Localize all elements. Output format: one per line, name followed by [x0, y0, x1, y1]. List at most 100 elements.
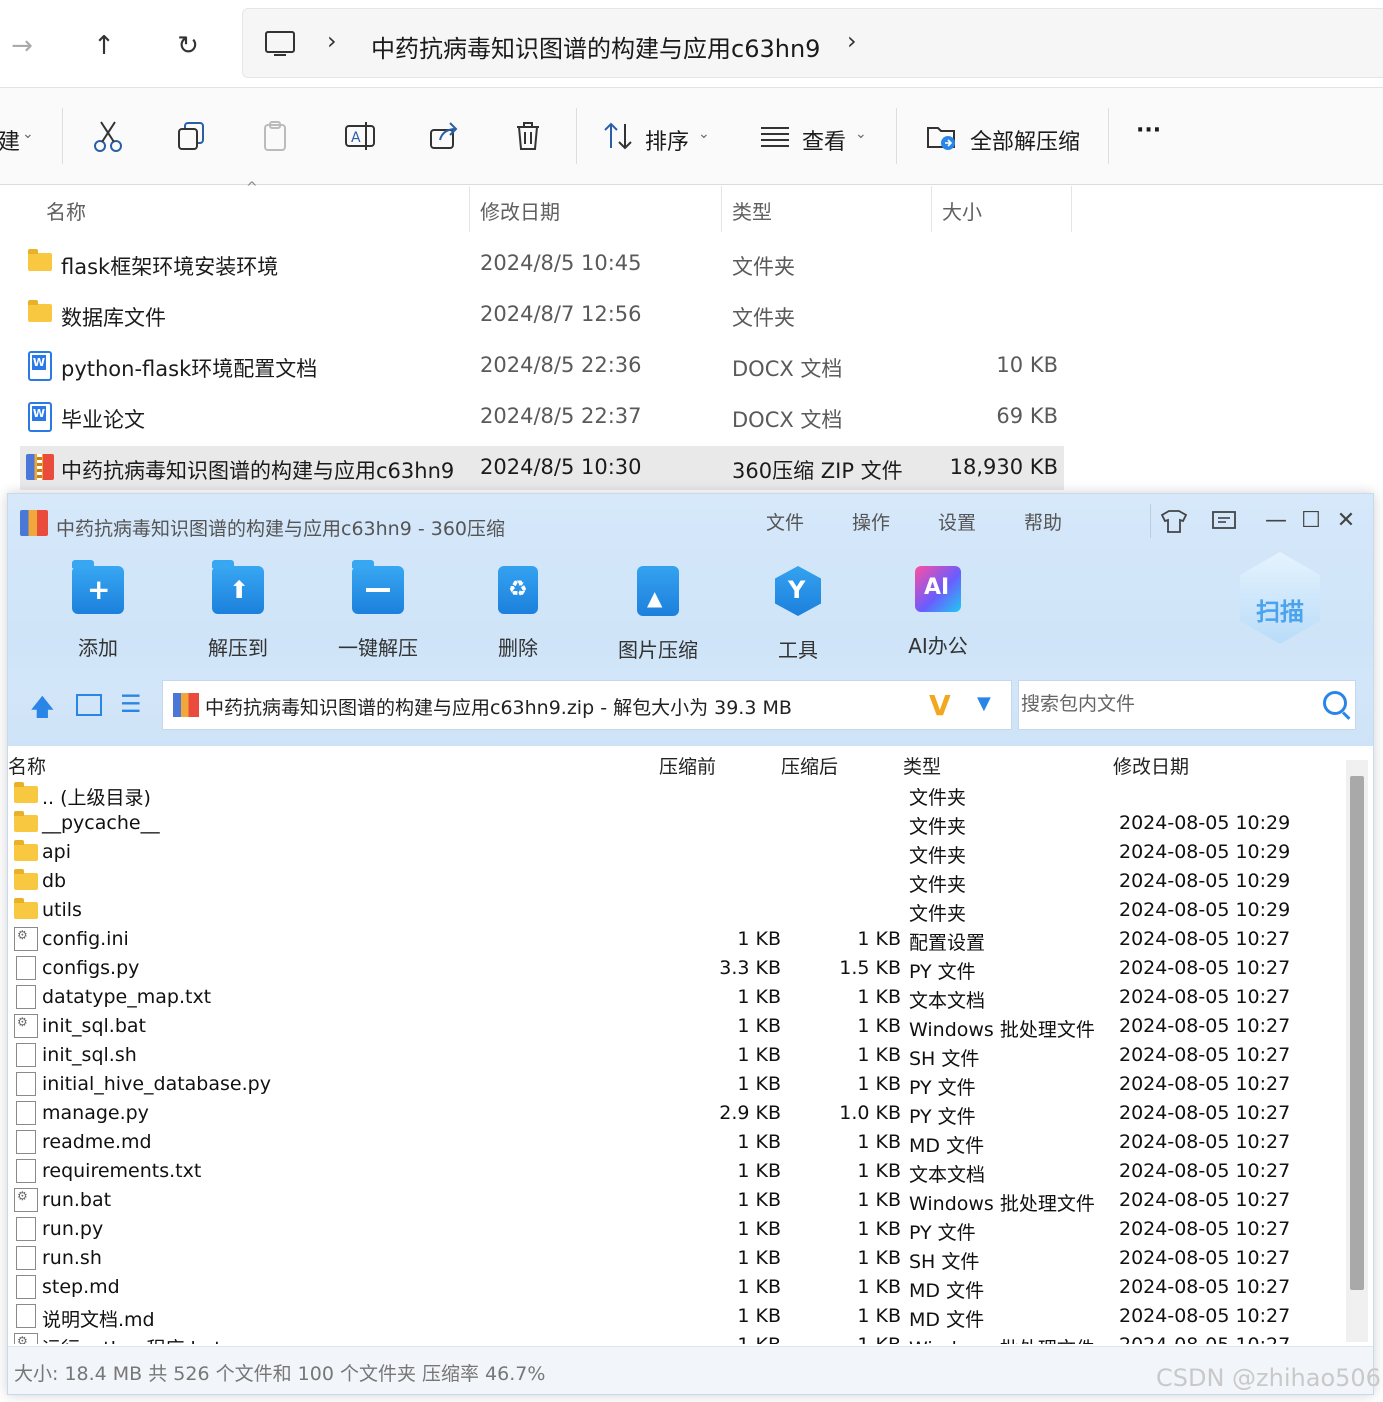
forward-button[interactable]: →	[2, 26, 42, 66]
scrollbar-thumb[interactable]	[1350, 776, 1364, 1290]
skin-icon[interactable]	[1156, 506, 1192, 536]
more-options-button[interactable]: ···	[1136, 118, 1161, 143]
entry-date: 2024-08-05 10:27	[1119, 1102, 1291, 1124]
file-row[interactable]: python-flask环境配置文档 2024/8/5 22:36 DOCX 文…	[20, 344, 1064, 388]
search-icon[interactable]	[1323, 691, 1347, 715]
column-header-date[interactable]: 修改日期	[480, 196, 560, 225]
view-icon[interactable]	[758, 118, 794, 154]
column-header-before[interactable]: 压缩前	[659, 752, 716, 779]
add-button[interactable]: + 添加	[43, 560, 153, 661]
tools-button[interactable]: Y 工具	[743, 566, 853, 663]
rename-icon[interactable]: A	[342, 118, 378, 154]
archive-row[interactable]: requirements.txt 1 KB 1 KB 文本文档 2024-08-05 1…	[8, 1157, 1343, 1186]
entry-type: 文件夹	[909, 845, 967, 867]
file-size: 10 KB	[996, 353, 1058, 377]
file-name: python-flask环境配置文档	[61, 357, 318, 381]
extract-all-button[interactable]: 全部解压缩	[970, 124, 1080, 156]
cut-icon[interactable]	[90, 118, 126, 154]
file-row[interactable]: flask框架环境安装环境 2024/8/5 10:45 文件夹	[20, 242, 1064, 286]
up-button[interactable]: ↑	[84, 26, 124, 66]
archive-row[interactable]: utils 文件夹 2024-08-05 10:29	[8, 896, 1343, 925]
delete-icon[interactable]	[510, 118, 546, 154]
sort-button[interactable]: 排序	[645, 124, 689, 156]
archive-row[interactable]: run.bat 1 KB 1 KB Windows 批处理文件 2024-08-05 1…	[8, 1186, 1343, 1215]
maximize-icon[interactable]: ☐	[1293, 506, 1329, 536]
archive-row[interactable]: run.py 1 KB 1 KB PY 文件 2024-08-05 10:27	[8, 1215, 1343, 1244]
file-row[interactable]: 数据库文件 2024/8/7 12:56 文件夹	[20, 293, 1064, 337]
column-header-after[interactable]: 压缩后	[781, 752, 838, 779]
extract-all-icon[interactable]	[924, 118, 960, 154]
search-input[interactable]	[1021, 683, 1311, 725]
copy-icon[interactable]	[174, 118, 210, 154]
menu-file[interactable]: 文件	[766, 508, 804, 535]
menu-operation[interactable]: 操作	[852, 508, 890, 535]
size-before: 1 KB	[737, 928, 781, 950]
search-field[interactable]	[1018, 680, 1356, 730]
file-row-selected[interactable]: 中药抗病毒知识图谱的构建与应用c63hn9 2024/8/5 10:30 360…	[20, 446, 1064, 490]
address-bar[interactable]: › 中药抗病毒知识图谱的构建与应用c63hn9 ›	[242, 8, 1383, 78]
archive-row[interactable]: 运行python程序.bat 1 KB 1 KB Windows 批处理文件 2024-…	[8, 1331, 1343, 1344]
view-button[interactable]: 查看	[802, 124, 846, 156]
minimize-icon[interactable]: —	[1258, 506, 1294, 536]
archive-row[interactable]: .. (上级目录) 文件夹	[8, 780, 1343, 809]
archive-row[interactable]: 说明文档.md 1 KB 1 KB MD 文件 2024-08-05 10:27	[8, 1302, 1343, 1331]
archive-path-field[interactable]: 中药抗病毒知识图谱的构建与应用c63hn9.zip - 解包大小为 39.3 M…	[162, 680, 1012, 730]
add-icon: +	[72, 560, 124, 614]
scan-label[interactable]: 扫描	[1256, 592, 1304, 627]
column-divider	[1071, 186, 1072, 232]
archive-row[interactable]: initial_hive_database.py 1 KB 1 KB PY 文件 202…	[8, 1070, 1343, 1099]
paste-icon[interactable]	[258, 118, 294, 154]
v-logo-icon[interactable]: V	[929, 689, 951, 722]
close-icon[interactable]: ✕	[1328, 506, 1364, 536]
extract-to-button[interactable]: ⬆ 解压到	[183, 560, 293, 661]
file-icon	[16, 956, 36, 980]
archive-row[interactable]: init_sql.bat 1 KB 1 KB Windows 批处理文件 2024-08…	[8, 1012, 1343, 1041]
archive-row[interactable]: api 文件夹 2024-08-05 10:29	[8, 838, 1343, 867]
archive-row[interactable]: db 文件夹 2024-08-05 10:29	[8, 867, 1343, 896]
column-header-date[interactable]: 修改日期	[1113, 752, 1189, 779]
entry-type: 配置设置	[909, 932, 986, 954]
archive-row[interactable]: run.sh 1 KB 1 KB SH 文件 2024-08-05 10:27	[8, 1244, 1343, 1273]
feedback-icon[interactable]	[1206, 506, 1242, 536]
column-header-name[interactable]: 名称	[46, 196, 86, 225]
thumbnail-view-icon[interactable]	[76, 694, 102, 716]
column-header-type[interactable]: 类型	[903, 752, 941, 779]
list-view-icon[interactable]: ☰	[120, 690, 142, 718]
one-click-extract-button[interactable]: 一键解压	[323, 560, 433, 661]
chevron-down-icon[interactable]: ▼	[977, 693, 991, 714]
column-header-name[interactable]: 名称	[8, 752, 46, 779]
archive-row[interactable]: __pycache__ 文件夹 2024-08-05 10:29	[8, 809, 1343, 838]
file-row[interactable]: 毕业论文 2024/8/5 22:37 DOCX 文档 69 KB	[20, 395, 1064, 439]
parent-folder-icon[interactable]: 🡅	[30, 690, 55, 731]
image-compress-button[interactable]: ▲ 图片压缩	[603, 566, 713, 663]
archive-row[interactable]: readme.md 1 KB 1 KB MD 文件 2024-08-05 10:27	[8, 1128, 1343, 1157]
archive-row[interactable]: datatype_map.txt 1 KB 1 KB 文本文档 2024-08-05 1…	[8, 983, 1343, 1012]
watermark: CSDN @zhihao506	[1156, 1364, 1381, 1392]
refresh-button[interactable]: ↻	[168, 26, 208, 66]
new-button[interactable]: 建	[0, 124, 20, 156]
delete-button[interactable]: ♻ 删除	[463, 566, 573, 661]
archive-row[interactable]: configs.py 3.3 KB 1.5 KB PY 文件 2024-08-05 10…	[8, 954, 1343, 983]
share-icon[interactable]	[426, 118, 462, 154]
entry-type: 文本文档	[909, 990, 986, 1012]
column-header-type[interactable]: 类型	[732, 196, 772, 225]
file-name: 数据库文件	[61, 306, 166, 330]
ai-office-button[interactable]: AI AI办公	[883, 566, 993, 659]
archive-row[interactable]: config.ini 1 KB 1 KB 配置设置 2024-08-05 10:27	[8, 925, 1343, 954]
menu-help[interactable]: 帮助	[1024, 508, 1062, 535]
menu-settings[interactable]: 设置	[938, 508, 976, 535]
folder-icon	[14, 898, 38, 919]
entry-date: 2024-08-05 10:27	[1119, 1015, 1291, 1037]
archive-row[interactable]: init_sql.sh 1 KB 1 KB SH 文件 2024-08-05 10:27	[8, 1041, 1343, 1070]
entry-date: 2024-08-05 10:29	[1119, 812, 1291, 834]
entry-date: 2024-08-05 10:27	[1119, 1044, 1291, 1066]
sort-icon[interactable]	[600, 118, 636, 154]
folder-icon	[28, 249, 52, 271]
archiver-window: 中药抗病毒知识图谱的构建与应用c63hn9 - 360压缩 文件 操作 设置 帮…	[7, 493, 1374, 1395]
archive-row[interactable]: step.md 1 KB 1 KB MD 文件 2024-08-05 10:27	[8, 1273, 1343, 1302]
archive-row[interactable]: manage.py 2.9 KB 1.0 KB PY 文件 2024-08-05 10:…	[8, 1099, 1343, 1128]
entry-type: PY 文件	[909, 1222, 976, 1244]
breadcrumb-current-folder[interactable]: 中药抗病毒知识图谱的构建与应用c63hn9	[371, 29, 820, 64]
column-header-size[interactable]: 大小	[942, 196, 982, 225]
entry-date: 2024-08-05 10:27	[1119, 1073, 1291, 1095]
